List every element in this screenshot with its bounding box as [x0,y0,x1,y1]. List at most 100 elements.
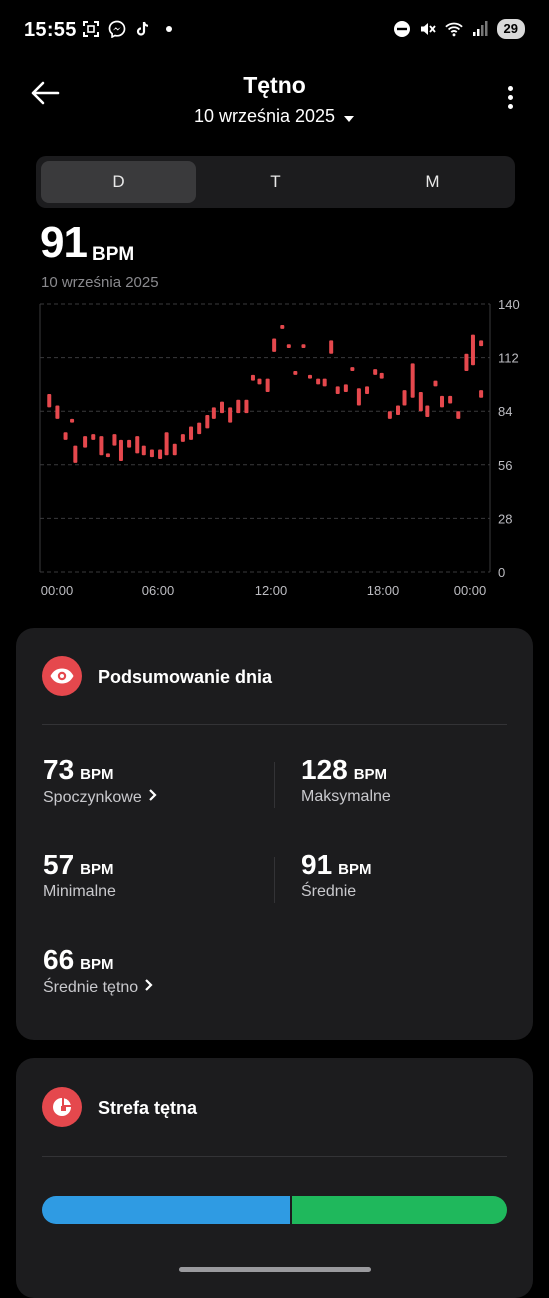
heart-rate-bar [329,340,334,354]
zone-segment [42,1196,290,1224]
heart-rate-bar [365,386,370,394]
heart-rate-bar [55,405,60,419]
more-notifications-dot-icon [160,20,178,38]
current-bpm-unit: BPM [92,244,135,265]
current-bpm-value: 91 [40,218,88,267]
heart-rate-bar [149,449,154,458]
chevron-right-icon [144,978,154,997]
tab-day[interactable]: D [41,161,196,203]
do-not-disturb-icon [393,20,411,38]
heart-rate-bar [343,384,348,393]
dot-icon [507,104,513,109]
messenger-icon [108,20,126,38]
tab-month[interactable]: M [355,161,510,203]
heart-rate-bar [479,390,484,398]
stat-value: 73 [43,754,75,785]
heart-rate-bar [265,378,270,393]
status-bar: 15:55 29 [0,0,549,62]
stat-average: 91 BPM Średnie [301,849,372,901]
chart-svg: 140 112 84 56 28 0 00:00 06:00 12:00 18:00 00:00 [39,297,520,598]
heart-rate-bar [83,436,88,448]
heart-rate-bar [220,401,224,414]
stat-unit: BPM [80,766,114,783]
heart-rate-bar [322,378,327,387]
heart-rate-bar [257,378,262,385]
heart-rate-bar [73,445,78,463]
heart-rate-bar [440,395,444,408]
heart-rate-bar [236,399,241,414]
heart-rate-bar [301,344,306,349]
stat-resting[interactable]: 73 BPM Spoczynkowe [43,754,158,807]
heart-rate-bar [433,380,438,387]
more-options-button[interactable] [501,86,519,114]
stat-max: 128 BPM Maksymalne [301,754,391,806]
stat-label: Spoczynkowe [43,788,142,806]
x-tick-label: 00:00 [454,583,487,598]
tab-week[interactable]: T [198,161,353,203]
date-selector[interactable]: 10 września 2025 [0,106,549,128]
heart-rate-bar [379,372,384,379]
heart-rate-bar [396,405,400,416]
stat-min: 57 BPM Minimalne [43,849,116,901]
date-selector-label: 10 września 2025 [193,106,336,126]
zone-segment [289,1196,507,1224]
system-icons: 29 [393,19,525,39]
notification-icons [82,20,178,38]
page-title: Tętno [243,72,306,98]
heart-rate-bar [373,369,378,375]
heart-rate-bar [105,453,110,458]
heart-rate-bar [308,374,312,379]
summary-title: Podsumowanie dnia [98,667,273,687]
y-tick-label: 84 [498,404,512,419]
eye-icon [42,656,82,696]
dot-icon [507,95,513,100]
heart-rate-bar [293,371,298,375]
heart-rate-bar [47,393,52,408]
heart-rate-bar [418,392,423,412]
heart-rate-bar [456,411,461,419]
heart-rate-bar [99,436,104,456]
heart-rate-bar [356,388,361,406]
y-tick-label: 140 [498,297,520,312]
heart-rate-bar [244,399,249,414]
x-tick-label: 06:00 [142,583,175,598]
stat-unit: BPM [80,861,114,878]
heart-rate-bar [211,407,216,419]
stat-label: Średnie [301,883,357,900]
status-time: 15:55 [24,19,77,41]
dot-icon [507,86,513,91]
zone-icon [42,1087,82,1127]
stat-value: 57 [43,849,75,880]
heart-rate-bar [158,449,163,460]
zone-distribution-bar [42,1196,507,1224]
heart-rate-bar [350,367,355,371]
zone-title: Strefa tętna [98,1098,198,1118]
stat-unit: BPM [80,956,114,973]
wifi-icon [444,20,463,38]
heart-rate-bar [464,353,469,371]
heart-rate-bar [272,338,277,352]
heart-rate-bar [410,363,415,398]
column-separator [274,762,275,808]
home-indicator[interactable] [179,1267,371,1272]
heart-rate-bar [470,334,475,366]
stat-label: Minimalne [43,883,116,900]
period-tabs: D T M [36,156,515,208]
x-tick-label: 12:00 [255,583,288,598]
screenshot-icon [82,20,100,38]
heart-rate-bar [448,395,453,404]
heart-rate-zone-card[interactable]: Strefa tętna [16,1058,533,1298]
heart-rate-bar [164,432,169,456]
heart-rate-bar [205,415,210,429]
battery-indicator: 29 [496,19,525,39]
stat-value: 128 [301,754,348,785]
y-tick-label: 112 [498,351,519,366]
heart-rate-bar [286,344,291,349]
heart-rate-bar [197,422,202,435]
heart-rate-bar [135,436,140,454]
stat-average-heart-rate[interactable]: 66 BPM Średnie tętno [43,944,154,997]
heart-rate-bar [141,445,146,456]
stat-value: 66 [43,944,75,975]
stat-unit: BPM [353,766,388,783]
heart-rate-chart[interactable]: 140 112 84 56 28 0 00:00 06:00 12:00 18:00 00:00 [0,296,549,606]
